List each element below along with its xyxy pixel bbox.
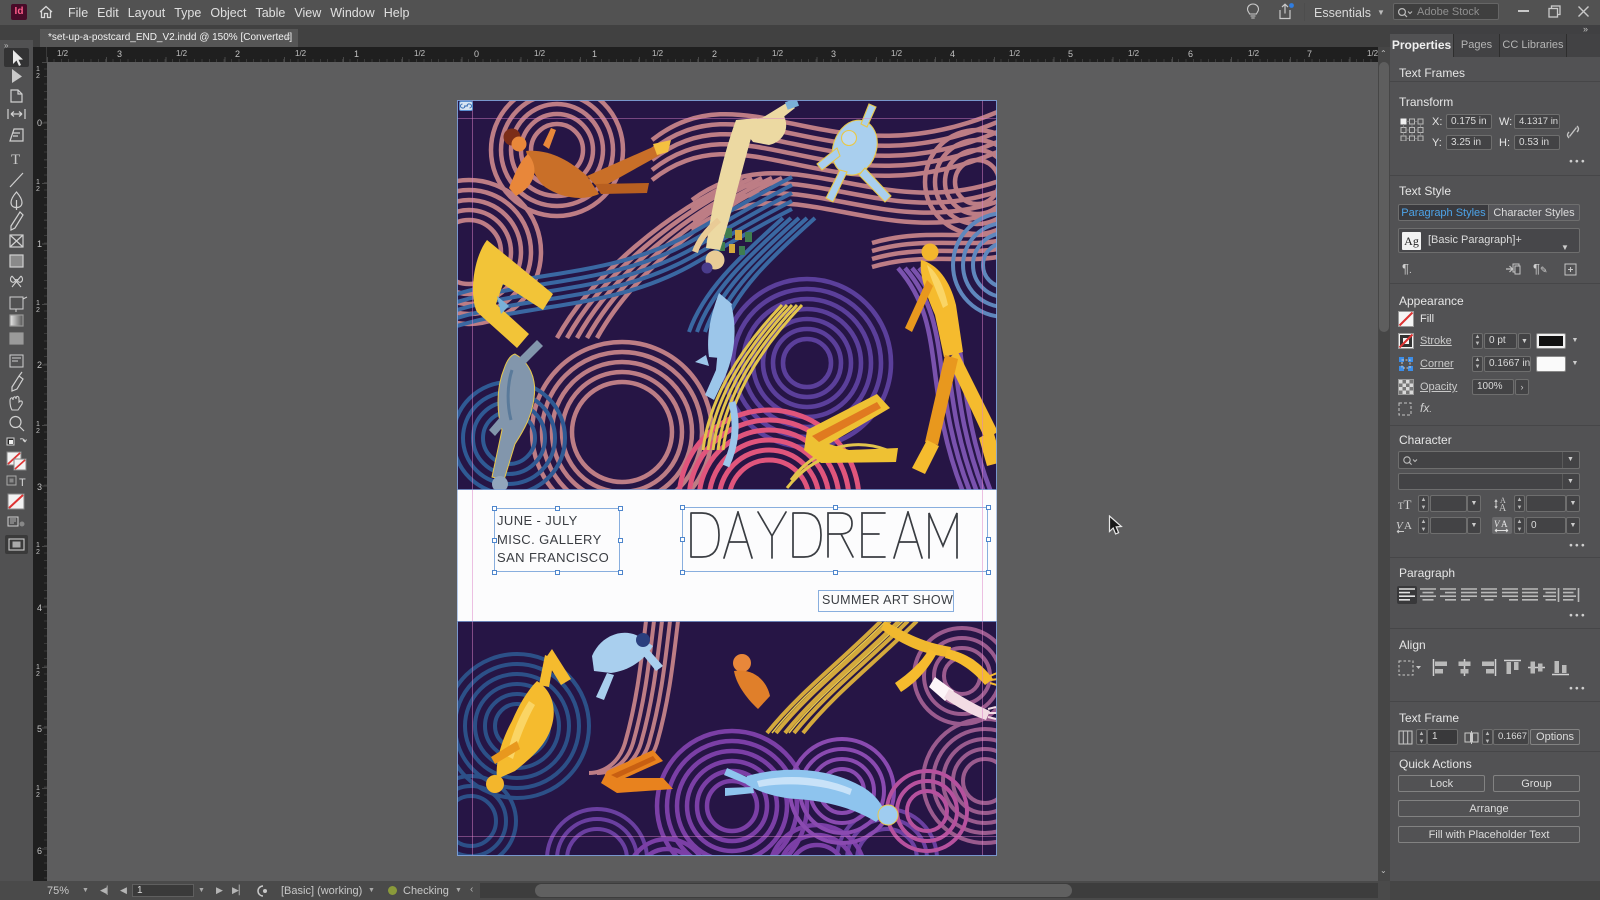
svg-text:T: T xyxy=(19,477,26,489)
svg-text:V: V xyxy=(1494,519,1501,529)
svg-text:A: A xyxy=(1501,519,1508,529)
svg-text:A: A xyxy=(1404,520,1412,532)
svg-text:V: V xyxy=(1396,520,1404,532)
svg-text:T: T xyxy=(11,152,20,168)
svg-text:A: A xyxy=(1499,503,1507,512)
